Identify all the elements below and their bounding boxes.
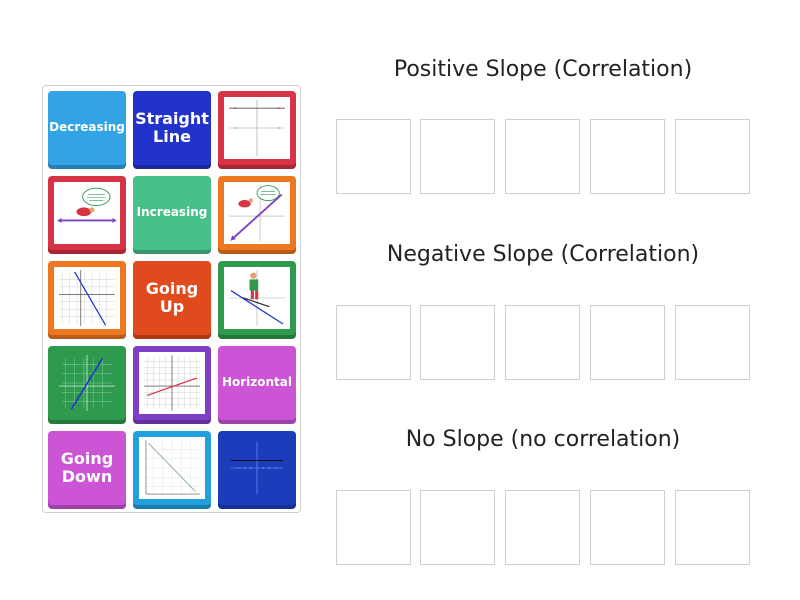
tile-grid-slight-increase[interactable] [133, 346, 211, 424]
tile-label: Going Up [144, 280, 200, 319]
tile-label-line1: Going [60, 449, 114, 469]
group-title-negative: Negative Slope (Correlation) [386, 242, 700, 267]
tile-label-line1: Straight [135, 109, 209, 129]
group-title-positive: Positive Slope (Correlation) [393, 57, 693, 82]
drop-slot[interactable] [505, 490, 580, 565]
tile-label: Decreasing [49, 120, 125, 135]
group-title-no-slope: No Slope (no correlation) [405, 427, 681, 452]
tile-skier-decreasing[interactable] [218, 261, 296, 339]
tile-label-line2: Up [159, 297, 185, 316]
decreasing-line-grid-icon [59, 270, 115, 326]
drop-slot[interactable] [336, 305, 411, 380]
tile-bank: Decreasing Straight Line Increasing Goin… [42, 85, 301, 513]
tile-horizontal-line-graph[interactable] [218, 91, 296, 169]
drop-slot[interactable] [590, 490, 665, 565]
increasing-line-grid-icon [59, 355, 115, 411]
drop-slot[interactable] [505, 119, 580, 194]
tile-turtle-horizontal[interactable] [48, 176, 126, 254]
diagonal-decreasing-line-icon [145, 440, 200, 495]
drop-slot[interactable] [420, 119, 495, 194]
tile-label: Straight Line [133, 110, 211, 149]
skier-decreasing-line-icon [229, 270, 285, 326]
tile-turtle-increasing[interactable] [218, 176, 296, 254]
turtle-horizontal-line-icon [57, 187, 117, 223]
tile-label: Horizontal [221, 375, 293, 390]
tile-decreasing[interactable]: Decreasing [48, 91, 126, 169]
drop-slot[interactable] [505, 305, 580, 380]
slight-increase-grid-icon [144, 355, 200, 411]
drop-slot[interactable] [590, 119, 665, 194]
drop-slot[interactable] [420, 305, 495, 380]
tile-label: Going Down [59, 450, 115, 489]
drop-slot[interactable] [336, 119, 411, 194]
drop-slot[interactable] [420, 490, 495, 565]
tile-straight-line[interactable]: Straight Line [133, 91, 211, 169]
tile-increasing[interactable]: Increasing [133, 176, 211, 254]
tile-label-line2: Line [153, 127, 191, 146]
drop-slot[interactable] [675, 119, 750, 194]
drop-slot[interactable] [675, 490, 750, 565]
tile-label-line2: Down [61, 467, 113, 486]
tile-going-up[interactable]: Going Up [133, 261, 211, 339]
tile-grid-increasing[interactable] [48, 346, 126, 424]
tile-label: Increasing [136, 205, 208, 220]
tile-horizontal-axis[interactable] [218, 431, 296, 509]
drop-slot[interactable] [590, 305, 665, 380]
tile-horizontal[interactable]: Horizontal [218, 346, 296, 424]
turtle-increasing-line-icon [229, 185, 285, 241]
horizontal-line-axis-icon [230, 441, 284, 495]
horizontal-line-graph-icon [229, 100, 285, 156]
drop-slot[interactable] [336, 490, 411, 565]
tile-grid-decreasing[interactable] [48, 261, 126, 339]
tile-diagonal-decreasing[interactable] [133, 431, 211, 509]
tile-label-line1: Going [145, 279, 199, 299]
tile-going-down[interactable]: Going Down [48, 431, 126, 509]
drop-slot[interactable] [675, 305, 750, 380]
